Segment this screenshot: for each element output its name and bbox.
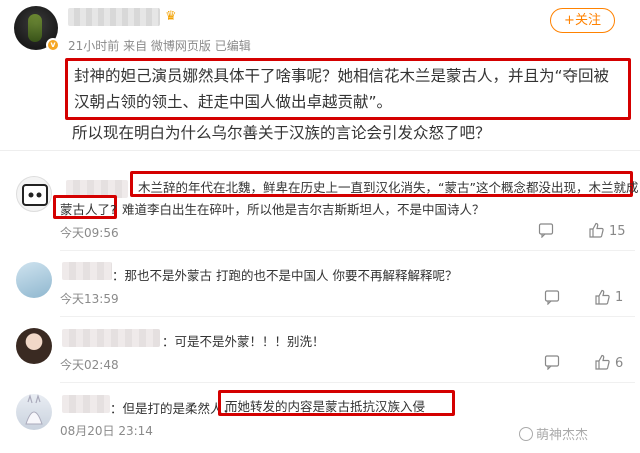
comment-divider — [60, 382, 635, 383]
commenter-avatar[interactable] — [16, 176, 52, 212]
like-count: 6 — [615, 356, 624, 371]
post-highlight-text: 封神的妲己演员娜然具体干了啥事呢？她相信花木兰是蒙古人，并且为“夺回被汉朝占领的… — [74, 67, 610, 111]
like-count: 15 — [609, 224, 626, 239]
comment-time: 今天09:56 — [60, 226, 119, 240]
highlighted-passage: 封神的妲己演员娜然具体干了啥事呢？她相信花木兰是蒙古人，并且为“夺回被汉朝占领的… — [65, 58, 631, 120]
watermark-text: 萌神杰杰 — [536, 428, 589, 443]
comment-text: ：那也不是外蒙古 打跑的也不是中国人 你要不再解释解释呢？ — [112, 268, 458, 283]
like-count: 1 — [615, 290, 624, 305]
comment-time: 08月20日 23:14 — [60, 424, 153, 438]
thumb-up-icon[interactable] — [594, 354, 610, 374]
thumb-up-icon[interactable] — [588, 222, 604, 242]
comment-text: ：但是打的是柔然人， — [110, 401, 236, 416]
comment-text: ：可是不是外蒙！！！别洗！ — [162, 334, 325, 349]
post-content: 封神的妲己演员娜然具体干了啥事呢？她相信花木兰是蒙古人，并且为“夺回被汉朝占领的… — [65, 58, 636, 146]
commenter-avatar[interactable] — [16, 394, 52, 430]
share-icon[interactable] — [544, 354, 560, 374]
follow-button[interactable]: +关注 — [550, 8, 615, 33]
anime-avatar-icon — [25, 394, 43, 425]
comment-text-continued: 难道李白出生在碎叶，所以他是吉尔吉斯斯坦人，不是中国诗人？ — [122, 202, 485, 217]
comment-icon[interactable] — [538, 222, 554, 242]
post-header: v ♛ 21小时前 来自 微博网页版 已编辑 +关注 — [0, 0, 640, 60]
comment-text-boxed: 而她转发的内容是蒙古抵抗汉族入侵 — [225, 399, 426, 414]
commenter-name-blurred[interactable] — [62, 262, 112, 280]
commenter-avatar[interactable] — [16, 262, 52, 298]
comment-divider — [60, 250, 635, 251]
post-meta: 21小时前 来自 微博网页版 已编辑 — [68, 39, 251, 53]
commenter-avatar[interactable] — [16, 328, 52, 364]
watermark-icon — [519, 427, 533, 441]
crown-icon: ♛ — [165, 9, 177, 24]
comment-time: 今天02:48 — [60, 358, 119, 372]
section-divider — [0, 150, 640, 151]
watermark: 萌神杰杰 — [519, 424, 588, 443]
cat-avatar-icon — [22, 184, 48, 206]
commenter-name-blurred[interactable] — [62, 329, 160, 347]
thumb-up-icon[interactable] — [594, 289, 610, 309]
verified-badge-icon: v — [46, 38, 60, 52]
post-plain-text: 所以现在明白为什么乌尔善关于汉族的言论会引发众怒了吧？ — [72, 124, 491, 142]
comment-divider — [60, 316, 635, 317]
share-icon[interactable] — [544, 289, 560, 309]
commenter-name-blurred[interactable] — [62, 395, 110, 413]
comment-text-boxed: 蒙古人了? — [60, 202, 117, 217]
comment-text: 木兰辞的年代在北魏，鲜卑在历史上一直到汉化消失，“蒙古”这个概念都没出现，木兰就… — [138, 180, 639, 195]
author-name-blurred[interactable] — [68, 8, 160, 26]
comment-time: 今天13:59 — [60, 292, 119, 306]
